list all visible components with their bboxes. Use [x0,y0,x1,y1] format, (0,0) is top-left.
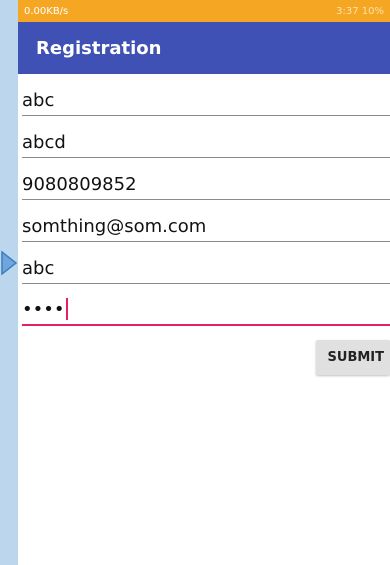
field-value: abc [22,90,55,111]
name-field[interactable]: abc [22,74,390,116]
phone-field[interactable]: 9080809852 [22,158,390,200]
field-value: somthing@som.com [22,216,207,237]
pointer-arrow-icon [1,250,18,276]
clock: 3:37 [336,5,359,17]
app-bar: Registration [18,22,390,74]
page-title: Registration [36,37,162,59]
password-field[interactable]: •••• [22,284,390,326]
battery-level: 10% [361,5,384,17]
network-speed: 0.00KB/s [24,5,69,17]
field-value: abc [22,258,55,279]
status-right: 3:37 10% [336,6,384,17]
status-bar: 0.00KB/s 3:37 10% [18,0,390,22]
field-value: abcd [22,132,66,153]
phone-screen: 0.00KB/s 3:37 10% Registration abc abcd … [18,0,390,565]
submit-button[interactable]: SUBMIT [315,340,390,375]
email-field[interactable]: somthing@som.com [22,200,390,242]
field-value: •••• [22,299,65,320]
username-field[interactable]: abcd [22,116,390,158]
text-caret [66,298,69,320]
submit-row: SUBMIT [18,326,390,375]
address-field[interactable]: abc [22,242,390,284]
field-value: 9080809852 [22,174,137,195]
